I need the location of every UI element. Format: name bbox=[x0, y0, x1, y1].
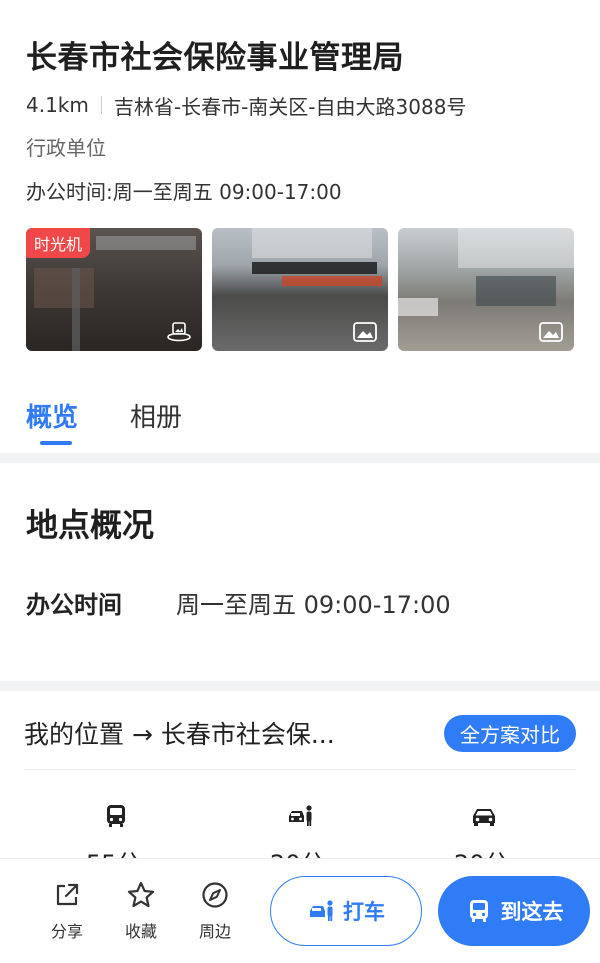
compare-plans-button[interactable]: 全方案对比 bbox=[444, 714, 576, 752]
favorite-label: 收藏 bbox=[124, 922, 157, 941]
photo-thumbnail[interactable] bbox=[398, 228, 574, 351]
overview-section: 地点概况 办公时间 周一至周五 09:00-17:00 bbox=[0, 463, 600, 681]
photo-detail bbox=[398, 298, 438, 316]
photo-thumbnail[interactable] bbox=[212, 228, 388, 351]
photo-detail bbox=[34, 268, 94, 308]
share-label: 分享 bbox=[50, 922, 83, 941]
poi-category: 行政单位 bbox=[26, 136, 106, 160]
address-row: 4.1km 吉林省-长春市-南关区-自由大路3088号 bbox=[26, 90, 574, 120]
section-divider bbox=[0, 681, 600, 691]
photo-detail bbox=[476, 276, 556, 306]
photo-detail bbox=[252, 228, 372, 258]
photo-detail bbox=[458, 228, 574, 268]
time-machine-tag: 时光机 bbox=[26, 228, 91, 258]
nearby-label: 周边 bbox=[198, 922, 231, 941]
hours-row: 办公时间 周一至周五 09:00-17:00 bbox=[26, 587, 574, 623]
photo-thumbnail[interactable]: 时光机 bbox=[26, 228, 202, 351]
share-button[interactable]: 分享 bbox=[30, 880, 104, 942]
bottom-action-bar: 分享 收藏 周边 打车 到这去 bbox=[0, 858, 600, 963]
photo-detail bbox=[72, 268, 80, 351]
overview-title: 地点概况 bbox=[26, 506, 155, 544]
photo-strip: 时光机 bbox=[0, 228, 600, 351]
route-divider bbox=[24, 769, 576, 770]
photo-detail bbox=[252, 262, 377, 274]
active-tab-indicator bbox=[40, 441, 72, 445]
photo-detail bbox=[96, 236, 196, 250]
bus-icon bbox=[107, 805, 125, 827]
taxi-icon bbox=[289, 805, 312, 826]
taxi-icon bbox=[310, 900, 333, 921]
nearby-button[interactable]: 周边 bbox=[178, 880, 252, 942]
separator bbox=[100, 96, 102, 114]
tab-bar: 概览 相册 bbox=[0, 397, 600, 453]
route-summary[interactable]: 我的位置 → 长春市社会保... bbox=[24, 715, 335, 751]
time-machine-icon bbox=[167, 322, 191, 342]
taxi-button-label: 打车 bbox=[343, 900, 385, 924]
office-hours: 办公时间:周一至周五 09:00-17:00 bbox=[26, 180, 342, 204]
share-icon bbox=[56, 883, 79, 906]
taxi-button[interactable]: 打车 bbox=[270, 876, 422, 946]
car-icon bbox=[473, 809, 495, 826]
hours-label: 办公时间 bbox=[26, 591, 122, 619]
favorite-button[interactable]: 收藏 bbox=[104, 880, 178, 942]
section-divider bbox=[0, 453, 600, 463]
address[interactable]: 吉林省-长春市-南关区-自由大路3088号 bbox=[114, 91, 467, 120]
tab-album[interactable]: 相册 bbox=[130, 397, 182, 453]
poi-header: 长春市社会保险事业管理局 4.1km 吉林省-长春市-南关区-自由大路3088号… bbox=[0, 0, 600, 206]
bus-icon bbox=[469, 900, 488, 922]
poi-title: 长春市社会保险事业管理局 bbox=[26, 40, 404, 76]
star-icon bbox=[127, 881, 155, 908]
go-here-label: 到这去 bbox=[500, 900, 564, 924]
go-here-button[interactable]: 到这去 bbox=[438, 876, 590, 946]
route-header: 我的位置 → 长春市社会保... 全方案对比 bbox=[24, 713, 576, 753]
image-icon bbox=[539, 322, 563, 342]
image-icon bbox=[353, 322, 377, 342]
distance: 4.1km bbox=[26, 93, 89, 117]
photo-detail bbox=[282, 276, 382, 286]
compass-icon bbox=[202, 882, 228, 908]
hours-value: 周一至周五 09:00-17:00 bbox=[176, 591, 451, 619]
